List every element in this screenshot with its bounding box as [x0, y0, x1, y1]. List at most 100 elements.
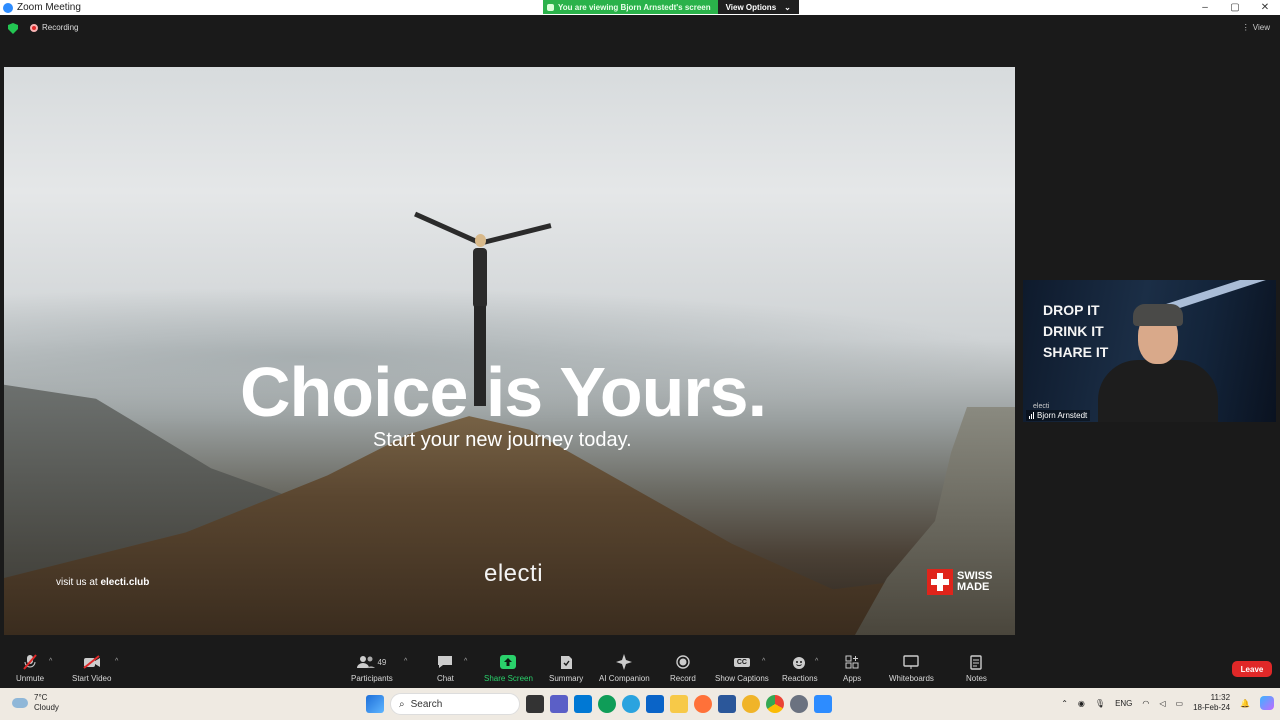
weather-condition: Cloudy	[34, 703, 59, 712]
chat-label: Chat	[437, 674, 454, 683]
zoom-app-icon	[3, 2, 13, 13]
whiteboards-button[interactable]: Whiteboards	[889, 654, 934, 683]
meeting-topbar: Recording ⋮ View	[0, 15, 1280, 67]
battery-icon[interactable]: ▭	[1176, 699, 1184, 708]
close-button[interactable]: ✕	[1250, 0, 1280, 15]
record-dot-icon	[30, 23, 38, 32]
slide-headline: Choice is Yours.	[240, 353, 767, 431]
chrome-icon[interactable]	[766, 695, 784, 713]
participants-icon	[357, 656, 376, 668]
show-captions-label: Show Captions	[715, 674, 769, 683]
muted-microphone-icon	[23, 654, 37, 670]
participants-count: 49	[377, 657, 387, 667]
language-indicator[interactable]: ENG	[1115, 699, 1132, 708]
norton-icon[interactable]	[742, 695, 760, 713]
search-label: Search	[410, 698, 443, 710]
window-controls: – ▢ ✕	[1190, 0, 1280, 15]
show-captions-button[interactable]: CC Show Captions	[715, 654, 769, 683]
record-button[interactable]: Record	[670, 654, 696, 683]
participants-button[interactable]: 49 Participants	[351, 654, 393, 683]
summary-button[interactable]: Summary	[549, 654, 583, 683]
tray-overflow-icon[interactable]: ⌃	[1061, 699, 1068, 708]
whiteboard-icon	[903, 654, 920, 670]
shared-screen: Choice is Yours. Start your new journey …	[4, 67, 1015, 635]
clock-date: 18-Feb-24	[1193, 703, 1231, 712]
participants-options-caret[interactable]: ^	[404, 658, 407, 665]
recording-indicator[interactable]: Recording	[30, 23, 78, 32]
task-view-icon[interactable]	[526, 695, 544, 713]
edge-browser-icon[interactable]	[598, 695, 616, 713]
view-grid-icon: ⋮	[1241, 23, 1250, 32]
unmute-button[interactable]: Unmute	[16, 654, 44, 683]
zoom-taskbar-icon[interactable]	[814, 695, 832, 713]
whiteboards-label: Whiteboards	[889, 674, 934, 683]
word-icon[interactable]	[718, 695, 736, 713]
notes-label: Notes	[966, 674, 987, 683]
volume-icon[interactable]: ◁	[1159, 699, 1165, 708]
cliff	[855, 407, 1015, 635]
ai-companion-label: AI Companion	[599, 674, 650, 683]
leave-button[interactable]: Leave	[1232, 661, 1272, 677]
participant-person	[1093, 302, 1223, 422]
start-video-button[interactable]: Start Video	[72, 654, 111, 683]
reactions-button[interactable]: Reactions	[782, 654, 818, 683]
visit-text: visit us at electi.club	[56, 577, 149, 588]
firefox-icon[interactable]	[694, 695, 712, 713]
background-tag: electi	[1033, 403, 1050, 410]
chat-options-caret[interactable]: ^	[464, 658, 467, 665]
signal-bars-icon	[1029, 412, 1034, 419]
viewing-indicator: You are viewing Bjorn Arnstedt's screen	[543, 0, 718, 14]
captions-icon: CC	[733, 654, 750, 670]
telegram-icon[interactable]	[622, 695, 640, 713]
apps-button[interactable]: Apps	[843, 654, 861, 683]
windows-start-icon[interactable]	[366, 695, 384, 713]
record-icon	[676, 654, 690, 670]
share-screen-button[interactable]: Share Screen	[484, 654, 533, 683]
notes-button[interactable]: Notes	[966, 654, 987, 683]
captions-options-caret[interactable]: ^	[762, 658, 765, 665]
reactions-options-caret[interactable]: ^	[815, 658, 818, 665]
taskbar-search[interactable]: ⌕ Search	[390, 693, 520, 715]
audio-options-caret[interactable]: ^	[49, 658, 52, 665]
share-screen-icon	[500, 654, 517, 670]
maximize-button[interactable]: ▢	[1220, 0, 1250, 15]
microphone-icon[interactable]: 🎙	[1095, 699, 1105, 708]
clock-time: 11:32	[1210, 693, 1231, 702]
wifi-icon[interactable]: ◠	[1142, 699, 1149, 708]
settings-gear-icon[interactable]	[790, 695, 808, 713]
encryption-shield-icon[interactable]	[8, 23, 18, 34]
store-icon[interactable]	[574, 695, 592, 713]
view-label: View	[1252, 23, 1270, 32]
visit-prefix: visit us at	[56, 577, 101, 588]
apps-icon	[845, 654, 859, 670]
ai-companion-button[interactable]: AI Companion	[599, 654, 650, 683]
teams-chat-icon[interactable]	[550, 695, 568, 713]
chat-button[interactable]: Chat	[437, 654, 454, 683]
chat-bubble-icon	[437, 654, 453, 670]
badge-line-2: MADE	[957, 581, 990, 593]
participants-label: Participants	[351, 674, 393, 683]
notifications-bell-icon[interactable]: 🔔	[1240, 699, 1250, 708]
summary-document-icon	[560, 654, 573, 670]
view-button[interactable]: ⋮ View	[1242, 23, 1270, 32]
defender-icon[interactable]: ◉	[1078, 699, 1085, 708]
reactions-label: Reactions	[782, 674, 818, 683]
minimize-button[interactable]: –	[1190, 0, 1220, 15]
file-explorer-icon[interactable]	[670, 695, 688, 713]
apps-label: Apps	[843, 674, 862, 683]
record-label: Record	[670, 674, 696, 683]
weather-widget[interactable]: 7°C Cloudy	[12, 693, 59, 713]
visit-link: electi.club	[100, 577, 150, 588]
video-off-icon	[83, 654, 101, 670]
os-taskbar: 7°C Cloudy ⌕ Search ⌃ ◉ 🎙 ENG ◠ ◁ ▭ 11:3…	[0, 688, 1280, 720]
copilot-icon[interactable]	[1260, 696, 1274, 710]
clock[interactable]: 11:32 18-Feb-24	[1193, 693, 1230, 713]
recording-label: Recording	[42, 23, 79, 32]
participant-video-tile[interactable]: DROP IT DRINK IT SHARE IT electi Bjorn A…	[1023, 280, 1276, 422]
view-options-button[interactable]: View Options ⌄	[717, 0, 799, 14]
view-options-label: View Options	[725, 2, 777, 12]
outlook-icon[interactable]	[646, 695, 664, 713]
video-options-caret[interactable]: ^	[115, 658, 118, 665]
start-video-label: Start Video	[72, 674, 112, 683]
participant-nameplate: Bjorn Arnstedt	[1026, 410, 1091, 421]
